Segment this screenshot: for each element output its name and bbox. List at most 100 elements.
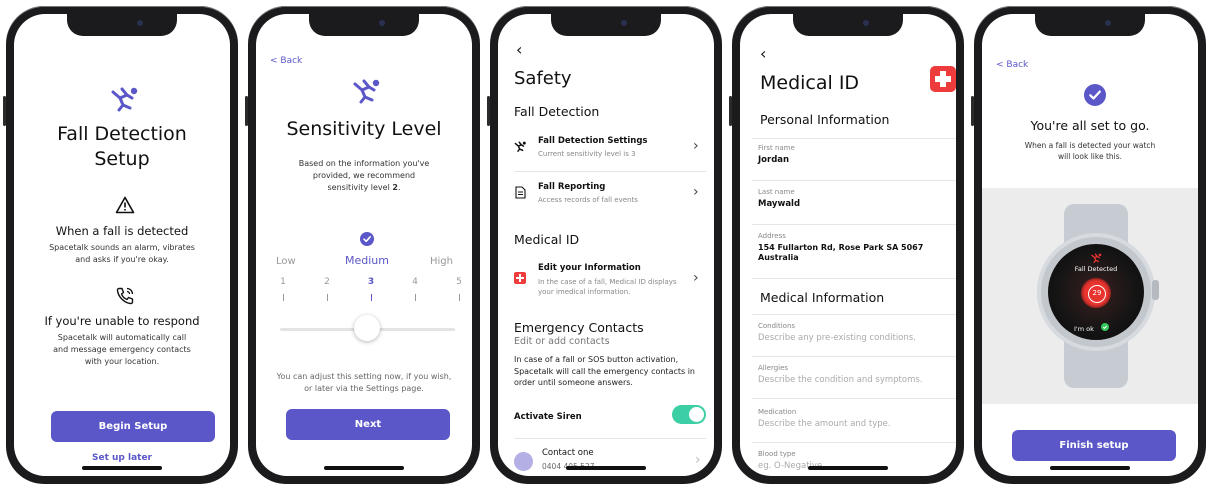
medium-label: Medium (345, 254, 389, 267)
level-tick (326, 294, 328, 301)
home-indicator (566, 466, 646, 470)
back-link[interactable]: < Back (270, 56, 302, 66)
screen-all-set: < Back You're all set to go. When a fall… (982, 14, 1198, 476)
field-value: Jordan (758, 155, 790, 165)
field-value: 154 Fullarton Rd, Rose Park SA 5067 Aust… (758, 243, 924, 262)
level-number[interactable]: 5 (455, 277, 463, 287)
home-indicator (808, 466, 888, 470)
screen-fall-setup: Fall Detection Setup When a fall is dete… (14, 14, 230, 476)
conditions-field[interactable]: Conditions Describe any pre-existing con… (758, 322, 953, 356)
emergency-explanation: In case of a fall or SOS button activati… (514, 355, 696, 387)
warning-triangle-icon (115, 196, 135, 214)
chevron-right-icon: › (693, 270, 699, 286)
back-chevron-icon[interactable]: ‹ (516, 40, 522, 59)
level-number[interactable]: 3 (367, 277, 375, 287)
low-label: Low (276, 256, 296, 267)
avatar (514, 452, 533, 471)
section-fall-detection: Fall Detection (514, 104, 600, 119)
check-circle-icon (360, 232, 374, 246)
edit-contacts-link[interactable]: Edit or add contacts (514, 336, 610, 347)
medical-cross-icon (514, 272, 526, 284)
last-name-field[interactable]: Last name Maywald (758, 188, 948, 222)
fall-person-icon (514, 141, 526, 152)
watch-face: Fall Detected 29 I'm ok (1048, 244, 1144, 340)
home-indicator (1050, 466, 1130, 470)
level-number[interactable]: 1 (279, 277, 287, 287)
im-ok-label: I'm ok (1074, 325, 1094, 333)
section-text-fall-detected: Spacetalk sounds an alarm, vibrates and … (49, 243, 195, 264)
row-subtitle: Current sensitivity level is 3 (538, 150, 636, 158)
fall-detection-settings-row[interactable]: Fall Detection Settings Current sensitiv… (498, 132, 714, 168)
row-subtitle: Access records of fall events (538, 196, 638, 204)
watch-alert-text: Fall Detected (1074, 265, 1118, 273)
back-link[interactable]: < Back (996, 60, 1028, 70)
level-number[interactable]: 2 (323, 277, 331, 287)
next-button[interactable]: Next (286, 409, 450, 440)
document-icon (515, 186, 526, 199)
edit-information-row[interactable]: Edit your Information In the case of a f… (498, 259, 714, 303)
set-up-later-link[interactable]: Set up later (14, 453, 230, 463)
level-tick (458, 294, 460, 301)
field-placeholder: Describe the condition and symptoms. (758, 375, 923, 385)
field-label: Allergies (758, 364, 789, 372)
notch (67, 14, 177, 36)
finish-setup-button[interactable]: Finish setup (1012, 430, 1176, 461)
notch (551, 14, 661, 36)
medication-field[interactable]: Medication Describe the amount and type. (758, 408, 953, 442)
medical-cross-icon (930, 66, 956, 92)
field-value: Maywald (758, 199, 801, 209)
divider (752, 356, 956, 357)
field-label: Address (758, 232, 786, 240)
page-title: Medical ID (760, 72, 860, 94)
field-placeholder: Describe any pre-existing conditions. (758, 333, 916, 343)
field-label: Last name (758, 188, 795, 196)
page-title: Fall Detection Setup (57, 123, 187, 170)
fall-person-icon (353, 79, 380, 104)
activate-siren-label: Activate Siren (514, 412, 582, 422)
field-label: Blood type (758, 450, 796, 458)
blood-type-field[interactable]: Blood type eg. O-Negative. (758, 450, 953, 476)
section-medical-info: Medical Information (760, 290, 885, 305)
activate-siren-toggle[interactable] (672, 405, 706, 424)
phone-frame-safety: ‹ Safety Fall Detection Fall Detection S… (487, 6, 722, 484)
allergies-field[interactable]: Allergies Describe the condition and sym… (758, 364, 953, 398)
im-ok-button[interactable]: I'm ok (1074, 316, 1120, 333)
level-tick (414, 294, 416, 301)
divider (752, 278, 956, 279)
first-name-field[interactable]: First name Jordan (758, 144, 948, 178)
row-subtitle: In the case of a fall, Medical ID displa… (538, 278, 677, 296)
chevron-right-icon: › (693, 184, 699, 200)
home-indicator (82, 466, 162, 470)
back-chevron-icon[interactable]: ‹ (760, 44, 766, 63)
phone-call-icon (116, 287, 134, 305)
level-tick (370, 294, 372, 301)
adjust-note: You can adjust this setting now, if you … (276, 372, 452, 393)
level-number[interactable]: 4 (411, 277, 419, 287)
watch-preview-text: When a fall is detected your watch will … (1024, 141, 1156, 161)
recommendation-text: Based on the information you've provided… (298, 159, 430, 192)
page-title: Safety (514, 68, 572, 89)
check-circle-icon (1084, 84, 1106, 106)
level-tick (282, 294, 284, 301)
divider (752, 224, 956, 225)
section-text-unable-respond: Spacetalk will automatically call and me… (53, 333, 191, 366)
divider (514, 438, 706, 439)
section-title-fall-detected: When a fall is detected (55, 224, 189, 238)
divider (752, 442, 956, 443)
field-label: Medication (758, 408, 797, 416)
fall-reporting-row[interactable]: Fall Reporting Access records of fall ev… (498, 178, 714, 214)
contact-row[interactable]: Contact one 0404 405 527 › (498, 444, 714, 476)
watch-preview-panel: Fall Detected 29 I'm ok (982, 188, 1198, 404)
divider (752, 314, 956, 315)
field-label: First name (758, 144, 795, 152)
phone-frame-all-set: < Back You're all set to go. When a fall… (971, 6, 1206, 484)
field-label: Conditions (758, 322, 796, 330)
countdown-value: 29 (1092, 289, 1102, 297)
address-field[interactable]: Address 154 Fullarton Rd, Rose Park SA 5… (758, 232, 953, 272)
watch-button (1152, 280, 1159, 300)
section-emergency-contacts: Emergency Contacts (514, 320, 644, 335)
page-title: Sensitivity Level (286, 118, 442, 140)
slider-thumb[interactable] (354, 315, 380, 341)
begin-setup-button[interactable]: Begin Setup (51, 411, 215, 442)
notch (793, 14, 903, 36)
